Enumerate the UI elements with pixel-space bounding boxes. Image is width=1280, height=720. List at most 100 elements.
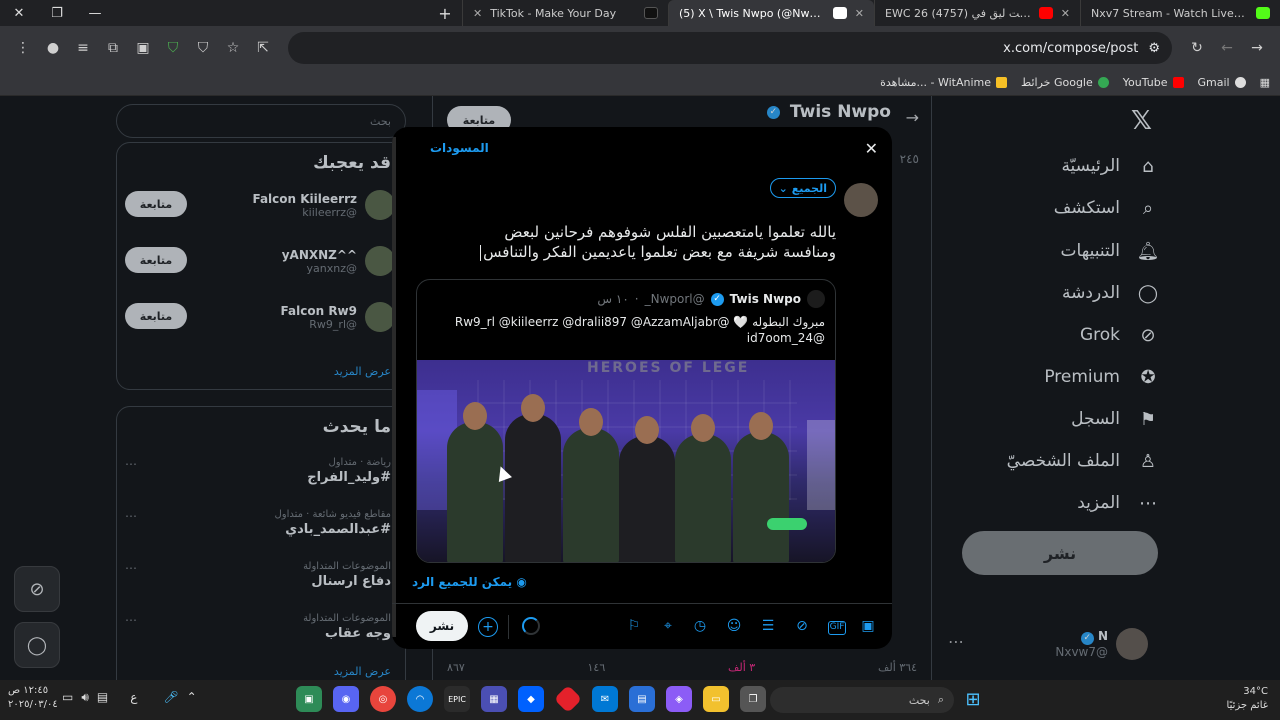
chrome-icon[interactable]: ◎ (370, 686, 396, 712)
flag-icon[interactable]: ⚐ (624, 618, 644, 638)
battery-icon[interactable]: ▭ (62, 690, 73, 705)
system-tray: ▭ 🔊︎ ▤ ع 🎤︎ ⌃ (62, 690, 197, 705)
file-explorer-icon[interactable]: ▭ (703, 686, 729, 712)
epic-games-icon[interactable]: EPIC (444, 686, 470, 712)
browser-tab-tiktok[interactable]: ✕ TikTok - Make Your Day (462, 0, 668, 26)
back-arrow-icon[interactable]: → (1242, 33, 1272, 63)
chevron-up-icon[interactable]: ⌃ (187, 690, 197, 705)
browser-toolbar: ⋮ ● ≡ ⧉ ▣ ⛉ ⛉ ☆ ⇱ x.com/compose/post ⚙ ↻… (0, 26, 1280, 70)
quoted-text-line: @id7oom_24 (746, 331, 825, 345)
quoted-post-header: Twis Nwpo ✓ @Nwporl_ · ١٠ س (597, 290, 825, 308)
youtube-favicon-icon (1172, 77, 1184, 88)
copilot-icon[interactable]: ◈ (666, 686, 692, 712)
verified-badge-icon: ✓ (710, 292, 724, 306)
schedule-icon[interactable]: ◷ (690, 618, 710, 638)
browser-tab-kick[interactable]: Nxv7 Stream - Watch Live on Kick (1080, 0, 1280, 26)
microphone-icon[interactable]: 🎤︎ (163, 690, 178, 705)
bookmark-gmail[interactable]: Gmail (1198, 76, 1246, 89)
post-submit-button[interactable]: نشر (416, 611, 468, 641)
gmail-favicon-icon (1234, 77, 1246, 88)
media-image-icon[interactable]: ▣ (858, 618, 878, 638)
my-avatar (844, 183, 878, 217)
tab-title: Nxv7 Stream - Watch Live on Kick (1091, 6, 1248, 20)
forward-arrow-icon[interactable]: ← (1212, 33, 1242, 63)
audience-label: الجميع (791, 181, 827, 195)
post-text-line: ومنافسة شريفة مع بعض تعلموا ياعديمين الف… (483, 243, 836, 261)
share-icon[interactable]: ⇱ (248, 33, 278, 63)
extensions-icon[interactable]: ⧉ (98, 33, 128, 63)
shield-outline-icon[interactable]: ⛉ (188, 33, 218, 63)
menu-kebab-icon[interactable]: ⋮ (8, 33, 38, 63)
globe-icon: ◉ (516, 575, 527, 589)
window-close-icon[interactable]: ✕ (0, 0, 38, 26)
clock-date: ٢٠٢٥/٠٣/٠٤ (8, 699, 58, 710)
discord-icon[interactable]: ◉ (333, 686, 359, 712)
youtube-favicon-icon (1038, 7, 1053, 19)
edge-icon[interactable]: ◠ (407, 686, 433, 712)
volume-icon[interactable]: 🔊︎ (81, 690, 89, 705)
photo-person (447, 402, 503, 562)
bookmark-witanime[interactable]: مشاهدة... - WitAnime (880, 76, 1008, 89)
new-tab-plus-icon[interactable]: + (428, 4, 462, 23)
taskbar-search[interactable]: بحث ⌕ (770, 687, 954, 713)
tab-close-icon[interactable]: ✕ (1061, 7, 1070, 20)
quoted-avatar (807, 290, 825, 308)
shield-icon[interactable]: ⛉ (158, 33, 188, 63)
extension-icon[interactable]: ▣ (128, 33, 158, 63)
audience-selector[interactable]: الجميع ⌄ (769, 178, 836, 198)
weather-widget[interactable]: 34°C غائم جزئيًا (1227, 685, 1268, 713)
dropbox-icon[interactable]: ◆ (518, 686, 544, 712)
reload-icon[interactable]: ↻ (1182, 33, 1212, 63)
star-bookmark-icon[interactable]: ☆ (218, 33, 248, 63)
text-caret (480, 244, 482, 261)
apps-grid-icon[interactable]: ▦ (1260, 76, 1270, 89)
windows-start-icon[interactable]: ⊞ (962, 688, 984, 710)
network-icon[interactable]: ▤ (97, 690, 108, 705)
input-language[interactable]: ع (130, 690, 137, 705)
browser-tab-youtube[interactable]: EWC 26 روكيت ليق في (4757) - ✕ (874, 0, 1080, 26)
weather-desc: غائم جزئيًا (1226, 700, 1268, 711)
window-restore-icon[interactable]: ❐ (38, 0, 76, 26)
browser-tab-x[interactable]: (5) X \ Twis Nwpo (@Nwporl_) ✕ (668, 0, 874, 26)
bookmark-maps[interactable]: خرائط Google (1021, 76, 1109, 89)
drafts-button[interactable]: المسودات (430, 141, 489, 155)
profile-avatar-icon[interactable]: ● (38, 33, 68, 63)
gif-icon[interactable]: GIF (828, 621, 846, 635)
emoji-icon[interactable]: ☺ (724, 618, 744, 638)
anydesk-icon[interactable] (553, 684, 583, 714)
browser-tab-bar: ✕ ❐ — + ✕ TikTok - Make Your Day (5) X \… (0, 0, 1280, 26)
tab-close-icon[interactable]: ✕ (855, 7, 864, 20)
photo-green-sleeve (767, 518, 807, 530)
quoted-photo[interactable]: HEROES OF LEGE (417, 360, 835, 562)
grok-icon[interactable]: ⊘ (792, 618, 812, 638)
reading-list-icon[interactable]: ≡ (68, 33, 98, 63)
outlook-icon[interactable]: ✉ (592, 686, 618, 712)
system-clock[interactable]: ١٢:٤٥ ص ٢٠٢٥/٠٣/٠٤ (8, 684, 58, 712)
app-icon[interactable]: ▣ (296, 686, 322, 712)
photo-person (619, 416, 675, 562)
bookmark-youtube[interactable]: YouTube (1123, 76, 1184, 89)
chevron-down-icon: ⌄ (778, 181, 788, 195)
add-post-plus-icon[interactable]: + (478, 617, 498, 637)
modal-scrollbar[interactable] (392, 137, 396, 637)
quoted-post[interactable]: Twis Nwpo ✓ @Nwporl_ · ١٠ س مبروك البطول… (416, 279, 836, 563)
reply-setting[interactable]: ◉ يمكن للجميع الرد (412, 575, 527, 589)
bookmark-label: خرائط Google (1021, 76, 1093, 89)
close-icon[interactable]: ✕ (865, 139, 878, 158)
store-icon[interactable]: ▤ (629, 686, 655, 712)
tab-close-icon[interactable]: ✕ (473, 7, 482, 20)
quoted-handle: @Nwporl_ (644, 292, 705, 306)
window-minimize-icon[interactable]: — (76, 0, 114, 26)
poll-icon[interactable]: ☰ (758, 618, 778, 638)
bookmark-label: Gmail (1197, 76, 1230, 89)
site-settings-icon[interactable]: ⚙ (1148, 41, 1160, 56)
post-text-area[interactable]: يالله تعلموا يامتعصبين الفلس شوفوهم فرحا… (436, 222, 836, 262)
maps-favicon-icon (1097, 77, 1109, 88)
teams-icon[interactable]: ▦ (481, 686, 507, 712)
kick-favicon-icon (1256, 7, 1270, 19)
location-icon[interactable]: ⌖ (658, 618, 678, 638)
window-stack-icon[interactable]: ❐ (740, 686, 766, 712)
quoted-time: ١٠ س (597, 292, 629, 306)
address-bar[interactable]: x.com/compose/post ⚙ (288, 32, 1172, 64)
stage-light (807, 420, 835, 510)
